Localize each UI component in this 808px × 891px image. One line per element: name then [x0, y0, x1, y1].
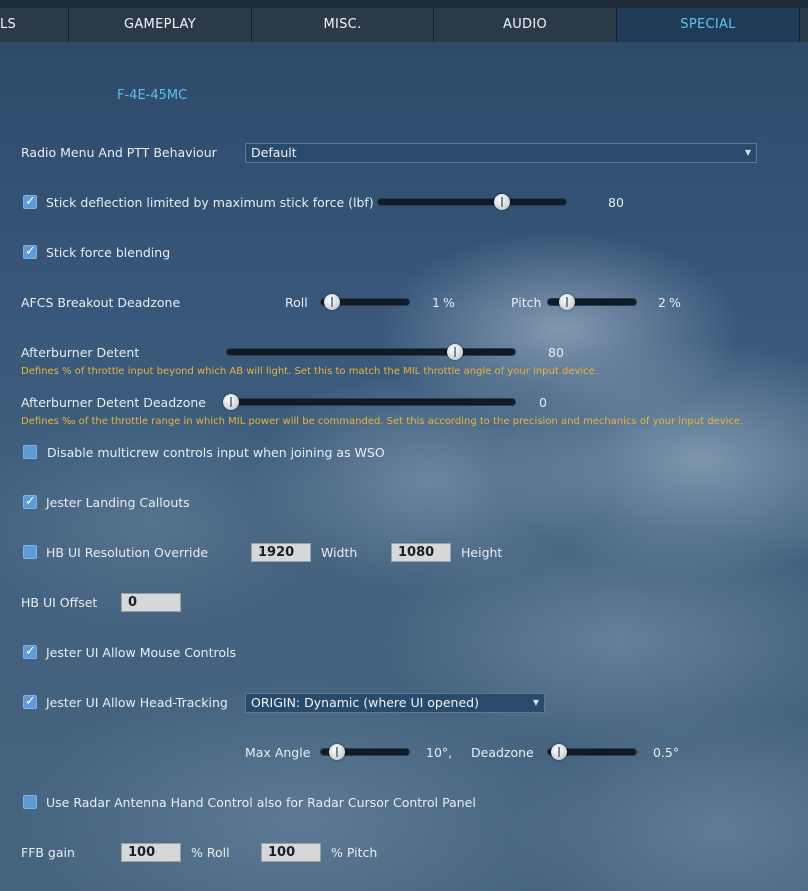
- jester-mouse-checkbox[interactable]: ✓: [23, 644, 37, 659]
- checkmark-icon: ✓: [25, 194, 36, 209]
- afterburner-detent-label: Afterburner Detent: [21, 345, 140, 360]
- max-angle-slider-handle[interactable]: [329, 744, 345, 760]
- disable-multicrew-checkbox[interactable]: [23, 445, 37, 459]
- stick-deflection-value: 80: [608, 195, 624, 210]
- aircraft-title: F-4E-45MC: [117, 88, 188, 103]
- stick-force-blending-label: Stick force blending: [46, 245, 171, 260]
- checkmark-icon: ✓: [25, 694, 36, 709]
- tab-label: GAMEPLAY: [123, 17, 196, 32]
- afterburner-detent-slider[interactable]: [226, 348, 516, 356]
- afterburner-detent-slider-handle[interactable]: [447, 344, 463, 360]
- jester-landing-label: Jester Landing Callouts: [46, 495, 190, 510]
- afterburner-detent-value: 80: [548, 345, 564, 360]
- afcs-pitch-slider-handle[interactable]: [559, 294, 575, 310]
- ffb-gain-label: FFB gain: [21, 845, 75, 860]
- deadzone-value: 0.5°: [653, 745, 680, 760]
- jester-headtracking-checkbox[interactable]: ✓: [23, 694, 37, 709]
- jester-mouse-label: Jester UI Allow Mouse Controls: [46, 645, 236, 660]
- tab-label: SPECIAL: [680, 17, 736, 32]
- resolution-height-label: Height: [461, 545, 503, 560]
- afterburner-detent-hint: Defines % of throttle input beyond which…: [21, 366, 598, 377]
- tab-gameplay[interactable]: GAMEPLAY: [69, 8, 252, 42]
- checkmark-icon: ✓: [25, 644, 36, 659]
- tab-label: LS: [0, 17, 17, 32]
- stick-deflection-label: Stick deflection limited by maximum stic…: [46, 195, 374, 210]
- ffb-pitch-label: % Pitch: [331, 845, 378, 860]
- tab-misc[interactable]: MISC.: [252, 8, 434, 42]
- deadzone-slider-handle[interactable]: [551, 744, 567, 760]
- radio-menu-select[interactable]: Default ▼: [245, 143, 757, 163]
- radio-menu-value: Default: [251, 145, 297, 160]
- radar-antenna-checkbox[interactable]: [23, 795, 37, 809]
- jester-landing-checkbox[interactable]: ✓: [23, 494, 37, 509]
- resolution-width-label: Width: [321, 545, 358, 560]
- max-angle-value: 10°,: [426, 745, 453, 760]
- max-angle-label: Max Angle: [245, 745, 311, 760]
- afcs-pitch-label: Pitch: [511, 295, 542, 310]
- hb-ui-offset-label: HB UI Offset: [21, 595, 98, 610]
- chevron-down-icon: ▼: [532, 698, 539, 707]
- checkmark-icon: ✓: [25, 244, 36, 259]
- afterburner-deadzone-slider-handle[interactable]: [223, 394, 239, 410]
- afterburner-deadzone-hint: Defines ‰ of the throttle range in which…: [21, 416, 744, 427]
- afcs-deadzone-label: AFCS Breakout Deadzone: [21, 295, 181, 310]
- afterburner-deadzone-value: 0: [539, 395, 547, 410]
- checkmark-icon: ✓: [25, 494, 36, 509]
- afterburner-deadzone-slider[interactable]: [226, 398, 516, 406]
- afcs-roll-value: 1%: [432, 295, 455, 310]
- radio-menu-label: Radio Menu And PTT Behaviour: [21, 145, 217, 160]
- tab-label: MISC.: [323, 17, 362, 32]
- hb-ui-resolution-label: HB UI Resolution Override: [46, 545, 209, 560]
- radar-antenna-label: Use Radar Antenna Hand Control also for …: [46, 795, 476, 810]
- ffb-roll-input[interactable]: 100: [121, 843, 181, 862]
- tab-bar: LS GAMEPLAY MISC. AUDIO SPECIAL: [0, 0, 808, 42]
- afcs-roll-label: Roll: [285, 295, 308, 310]
- stick-force-blending-checkbox[interactable]: ✓: [23, 244, 37, 259]
- deadzone-label: Deadzone: [471, 745, 534, 760]
- tab-label: AUDIO: [503, 17, 547, 32]
- afcs-roll-slider-handle[interactable]: [324, 294, 340, 310]
- tab-audio[interactable]: AUDIO: [434, 8, 617, 42]
- ffb-roll-label: % Roll: [191, 845, 230, 860]
- stick-deflection-slider-handle[interactable]: [494, 194, 510, 210]
- headtracking-origin-select[interactable]: ORIGIN: Dynamic (where UI opened) ▼: [245, 693, 545, 713]
- ffb-pitch-input[interactable]: 100: [261, 843, 321, 862]
- afterburner-deadzone-label: Afterburner Detent Deadzone: [21, 395, 206, 410]
- resolution-width-input[interactable]: 1920: [251, 543, 311, 562]
- jester-headtracking-label: Jester UI Allow Head-Tracking: [46, 695, 228, 710]
- hb-ui-resolution-checkbox[interactable]: [23, 545, 37, 559]
- tab-special[interactable]: SPECIAL: [617, 8, 800, 42]
- afcs-pitch-value: 2%: [658, 295, 681, 310]
- stick-deflection-slider[interactable]: [377, 198, 567, 206]
- tab-controls[interactable]: LS: [0, 8, 69, 42]
- hb-ui-offset-input[interactable]: 0: [121, 593, 181, 612]
- headtracking-origin-value: ORIGIN: Dynamic (where UI opened): [251, 695, 479, 710]
- resolution-height-input[interactable]: 1080: [391, 543, 451, 562]
- chevron-down-icon: ▼: [744, 148, 751, 157]
- disable-multicrew-label: Disable multicrew controls input when jo…: [47, 445, 385, 460]
- stick-deflection-checkbox[interactable]: ✓: [23, 194, 37, 209]
